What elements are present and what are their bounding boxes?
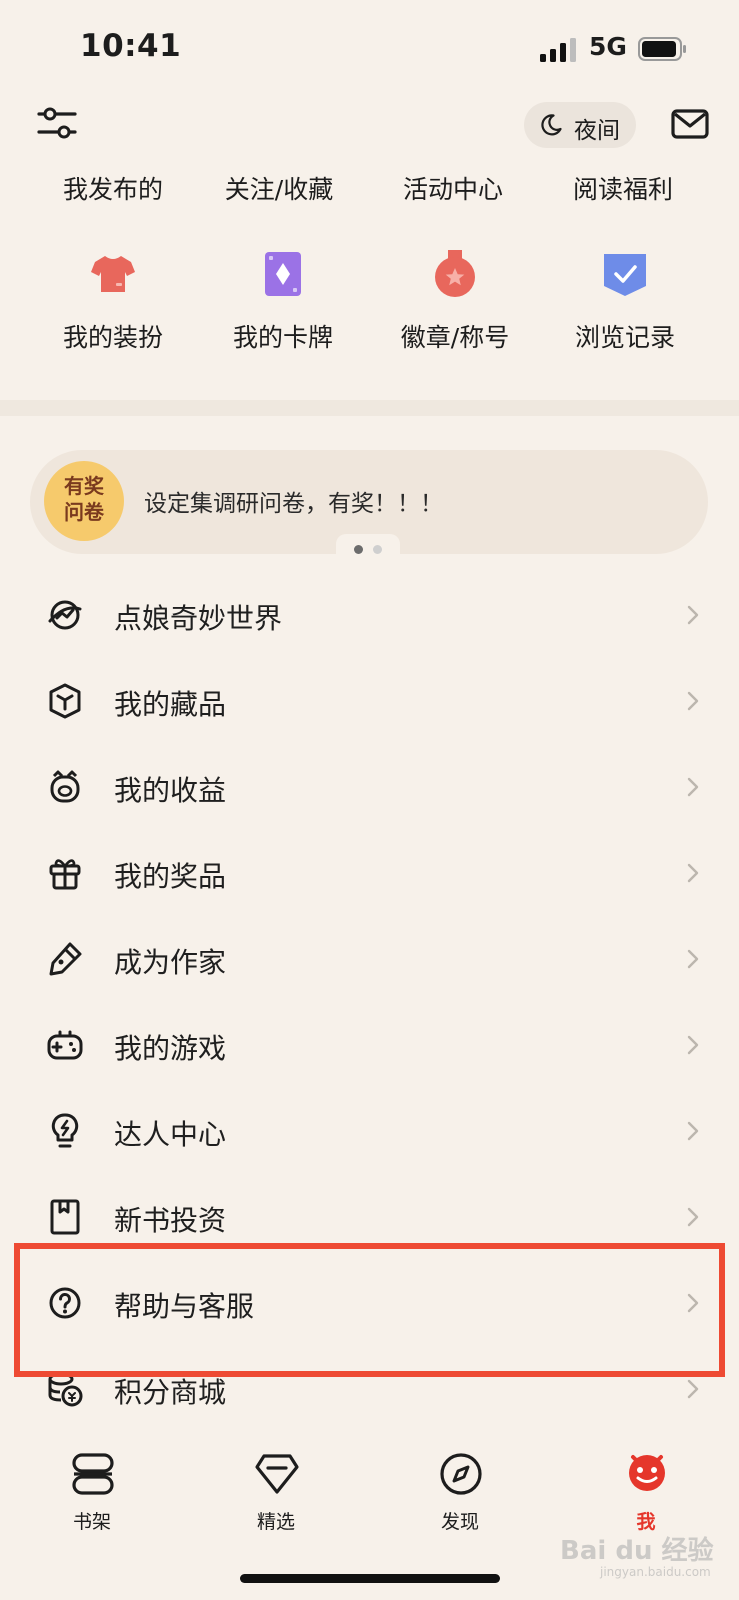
tab-label: 精选 [256,1511,295,1533]
profile-icon [629,1455,665,1491]
menu-item-expert-center[interactable]: 达人中心 [0,1088,739,1175]
grid-item-label: 徽章/称号 [400,323,510,352]
section-divider [0,400,739,416]
gift-icon [49,859,81,890]
menu-item-collection[interactable]: 我的藏品 [0,658,739,745]
menu-item-label: 我的游戏 [114,1032,227,1065]
link-reading-benefits[interactable]: 阅读福利 [538,170,708,206]
grid-item-label: 我的装扮 [62,323,163,352]
menu-item-label: 我的藏品 [114,688,227,721]
chevron-right-icon [687,1379,699,1399]
network-type: 5G [589,32,627,61]
grid-item-badges[interactable]: 徽章/称号 [370,250,540,360]
tab-discover[interactable]: 发现 [400,1445,520,1535]
banner-text: 设定集调研问卷，有奖！！！ [144,491,443,517]
header-bar: 夜间 [0,96,739,156]
quick-links: 我发布的 关注/收藏 活动中心 阅读福利 [0,170,739,210]
menu-item-world[interactable]: 点娘奇妙世界 [0,572,739,659]
signal-icon [540,38,576,62]
tab-label: 书架 [72,1511,111,1533]
chevron-right-icon [687,863,699,883]
chevron-right-icon [687,691,699,711]
settings-sliders-icon[interactable] [36,102,78,144]
grid-item-label: 我的卡牌 [232,323,333,352]
grid-item-history[interactable]: 浏览记录 [540,250,710,360]
medal-icon [435,250,475,297]
history-shield-icon [604,254,646,296]
grid-item-cards[interactable]: 我的卡牌 [198,250,368,360]
tab-bookshelf[interactable]: 书架 [32,1445,152,1535]
profile-page: 10:41 5G 夜间 我发布的 关注/收藏 活动中心 阅读福利 我的装扮 我的… [0,0,739,1600]
bookshelf-icon [72,1453,114,1495]
watermark-logo: Bai du 经验 jingyan.baidu.com [560,1530,720,1580]
night-mode-label: 夜间 [574,118,620,144]
watermark-url: jingyan.baidu.com [600,1565,711,1579]
link-follow-favorites[interactable]: 关注/收藏 [194,170,364,206]
diamond-icon [255,1454,299,1494]
link-activity-center[interactable]: 活动中心 [368,170,538,206]
grid-item-outfit[interactable]: 我的装扮 [28,250,198,360]
menu-item-label: 成为作家 [114,946,227,979]
book-icon [50,1199,80,1235]
link-my-posts[interactable]: 我发布的 [28,170,198,206]
chevron-right-icon [687,1035,699,1055]
home-indicator[interactable] [240,1574,500,1583]
page-dot [373,545,382,554]
card-icon [265,252,301,296]
compass-icon [440,1453,482,1495]
piggy-bank-icon [50,770,80,803]
tab-featured[interactable]: 精选 [216,1445,336,1535]
menu-item-label: 我的奖品 [114,860,227,893]
shirt-icon [91,256,135,292]
menu-item-label: 点娘奇妙世界 [114,602,283,635]
cube-icon [49,683,81,719]
chevron-right-icon [687,605,699,625]
chevron-right-icon [687,777,699,797]
badge-line-2: 问卷 [64,500,104,524]
page-dot-active [354,545,363,554]
survey-badge-icon: 有奖 问卷 [44,461,124,541]
status-bar: 10:41 5G [0,0,739,100]
grid-item-label: 浏览记录 [574,323,675,352]
menu-item-earnings[interactable]: 我的收益 [0,744,739,831]
feature-grid: 我的装扮 我的卡牌 徽章/称号 浏览记录 [0,250,739,360]
world-icon [48,600,82,630]
chevron-right-icon [687,1121,699,1141]
gamepad-icon [47,1030,83,1060]
menu-item-label: 达人中心 [114,1118,227,1151]
pen-icon [49,942,82,976]
menu-item-label: 积分商城 [114,1376,227,1409]
banner-pagination [336,534,400,560]
moon-icon [541,114,562,136]
chevron-right-icon [687,949,699,969]
menu-item-prizes[interactable]: 我的奖品 [0,830,739,917]
menu-item-games[interactable]: 我的游戏 [0,1002,739,1089]
menu-item-label: 新书投资 [114,1204,227,1237]
tab-me[interactable]: 我 [586,1445,706,1535]
chevron-right-icon [687,1207,699,1227]
battery-icon [638,37,686,61]
badge-line-1: 有奖 [64,474,104,498]
highlight-box [14,1243,725,1377]
menu-item-become-author[interactable]: 成为作家 [0,916,739,1003]
lightbulb-icon [51,1113,79,1148]
night-mode-toggle[interactable]: 夜间 [524,102,636,148]
watermark-brand: Bai du 经验 [560,1536,714,1566]
status-time: 10:41 [80,28,182,64]
tab-label: 发现 [440,1511,479,1533]
mail-icon[interactable] [670,104,710,144]
menu-item-label: 我的收益 [114,774,227,807]
